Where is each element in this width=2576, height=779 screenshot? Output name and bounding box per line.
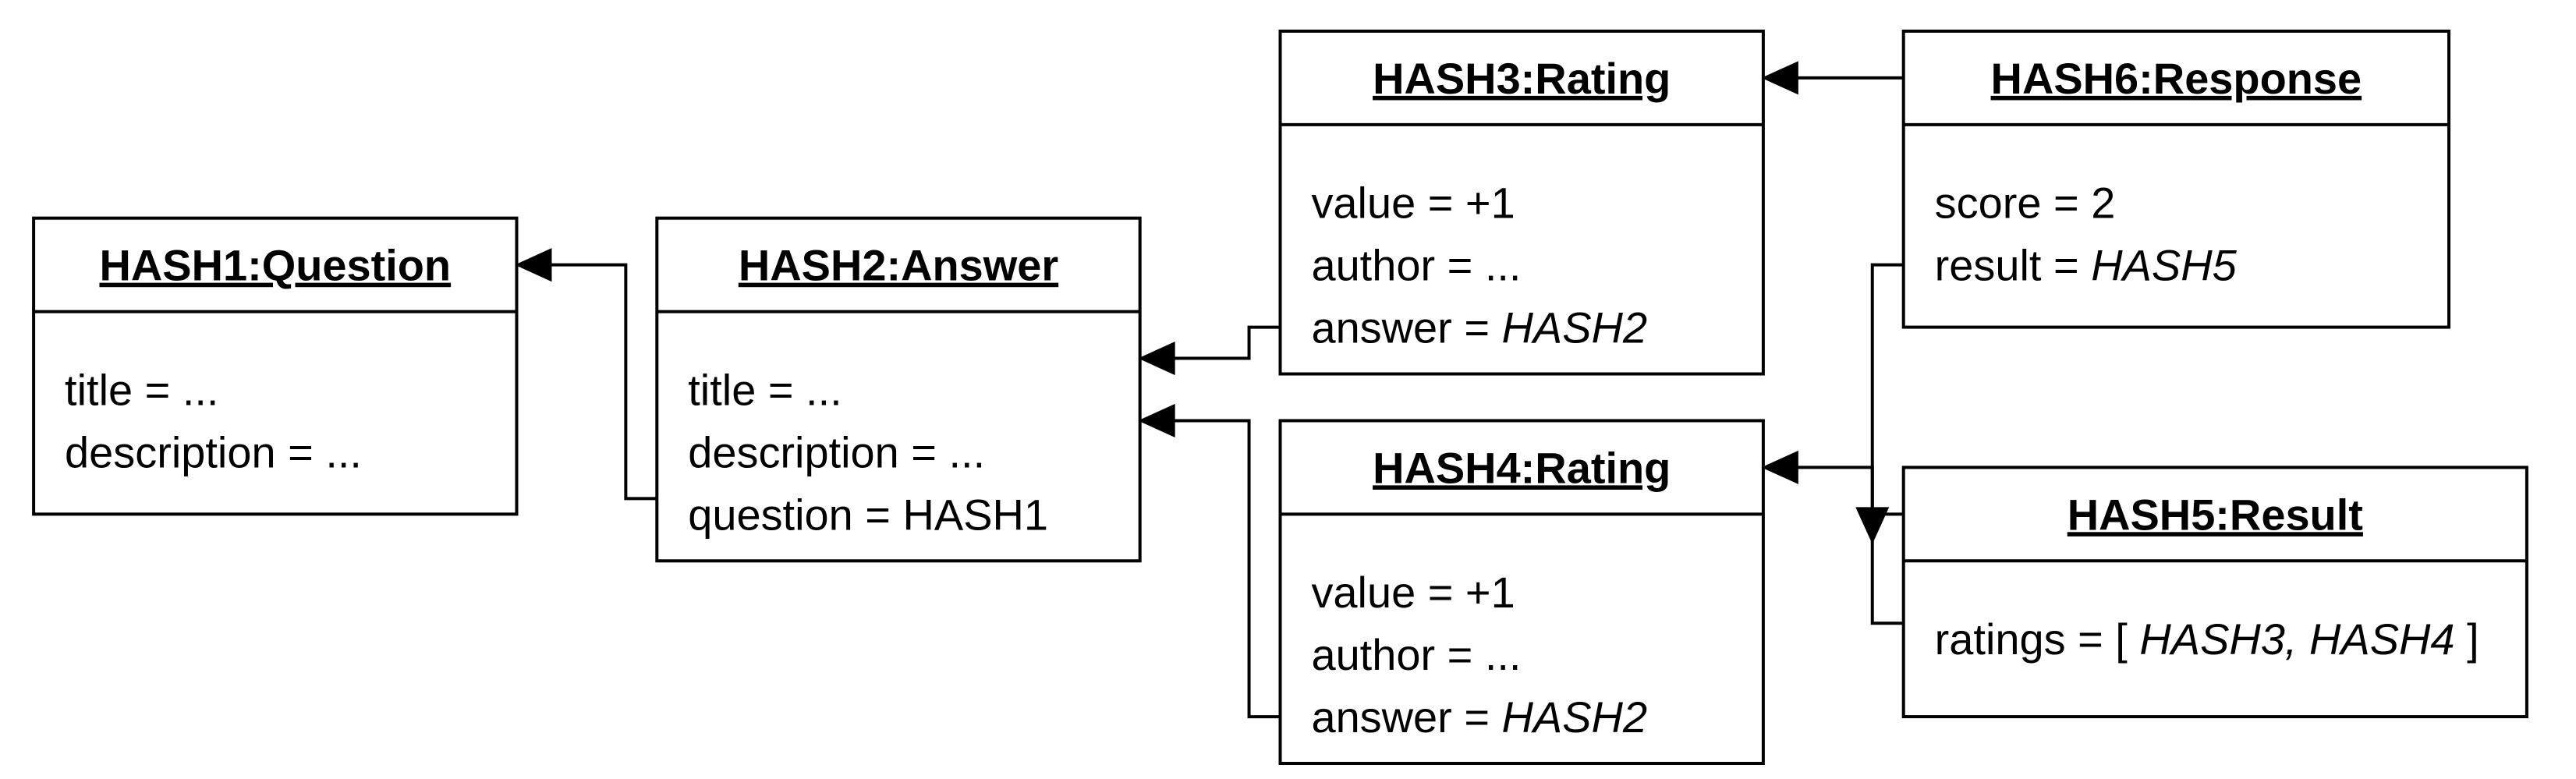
- node-question: HASH1:Question title = ... description =…: [34, 218, 516, 515]
- node-rating2-attr1: author = ...: [1311, 630, 1521, 679]
- edge-response-rating1: [1763, 62, 1904, 94]
- node-result-title: HASH5:Result: [2068, 490, 2363, 539]
- node-answer-attr1: description = ...: [688, 427, 985, 476]
- edge-result-rating2: [1763, 451, 1904, 623]
- node-question-attr0: title = ...: [65, 365, 218, 414]
- edge-response-result: [1857, 265, 1904, 543]
- node-answer-attr2: question = HASH1: [688, 490, 1048, 539]
- node-question-title: HASH1:Question: [99, 241, 451, 290]
- node-rating1-attr1: author = ...: [1311, 241, 1521, 290]
- node-question-attr1: description = ...: [65, 427, 362, 476]
- node-rating2-attr0: value = +1: [1311, 568, 1515, 617]
- node-rating2: HASH4:Rating value = +1 author = ... ans…: [1281, 420, 1763, 763]
- node-response-title: HASH6:Response: [1991, 54, 2362, 103]
- node-rating1: HASH3:Rating value = +1 author = ... ans…: [1281, 31, 1763, 374]
- node-answer-title: HASH2:Answer: [739, 241, 1058, 290]
- node-response-attr0: score = 2: [1935, 179, 2116, 228]
- node-answer: HASH2:Answer title = ... description = .…: [657, 218, 1139, 561]
- node-rating1-title: HASH3:Rating: [1373, 54, 1671, 103]
- node-rating2-title: HASH4:Rating: [1373, 443, 1671, 492]
- node-response-attr1: result = HASH5: [1935, 241, 2238, 290]
- node-result-attr0: ratings = [ HASH3, HASH4 ]: [1935, 614, 2479, 664]
- node-rating2-attr2: answer = HASH2: [1311, 692, 1647, 742]
- edge-answer-question: [516, 250, 657, 499]
- edge-rating1-answer: [1140, 328, 1281, 374]
- node-result: HASH5:Result ratings = [ HASH3, HASH4 ]: [1904, 467, 2527, 717]
- node-answer-attr0: title = ...: [688, 365, 842, 414]
- edge-rating2-answer: [1140, 405, 1281, 717]
- node-response: HASH6:Response score = 2 result = HASH5: [1904, 31, 2449, 328]
- node-rating1-attr0: value = +1: [1311, 179, 1515, 228]
- node-rating1-attr2: answer = HASH2: [1311, 303, 1647, 352]
- object-diagram: HASH1:Question title = ... description =…: [0, 0, 2576, 779]
